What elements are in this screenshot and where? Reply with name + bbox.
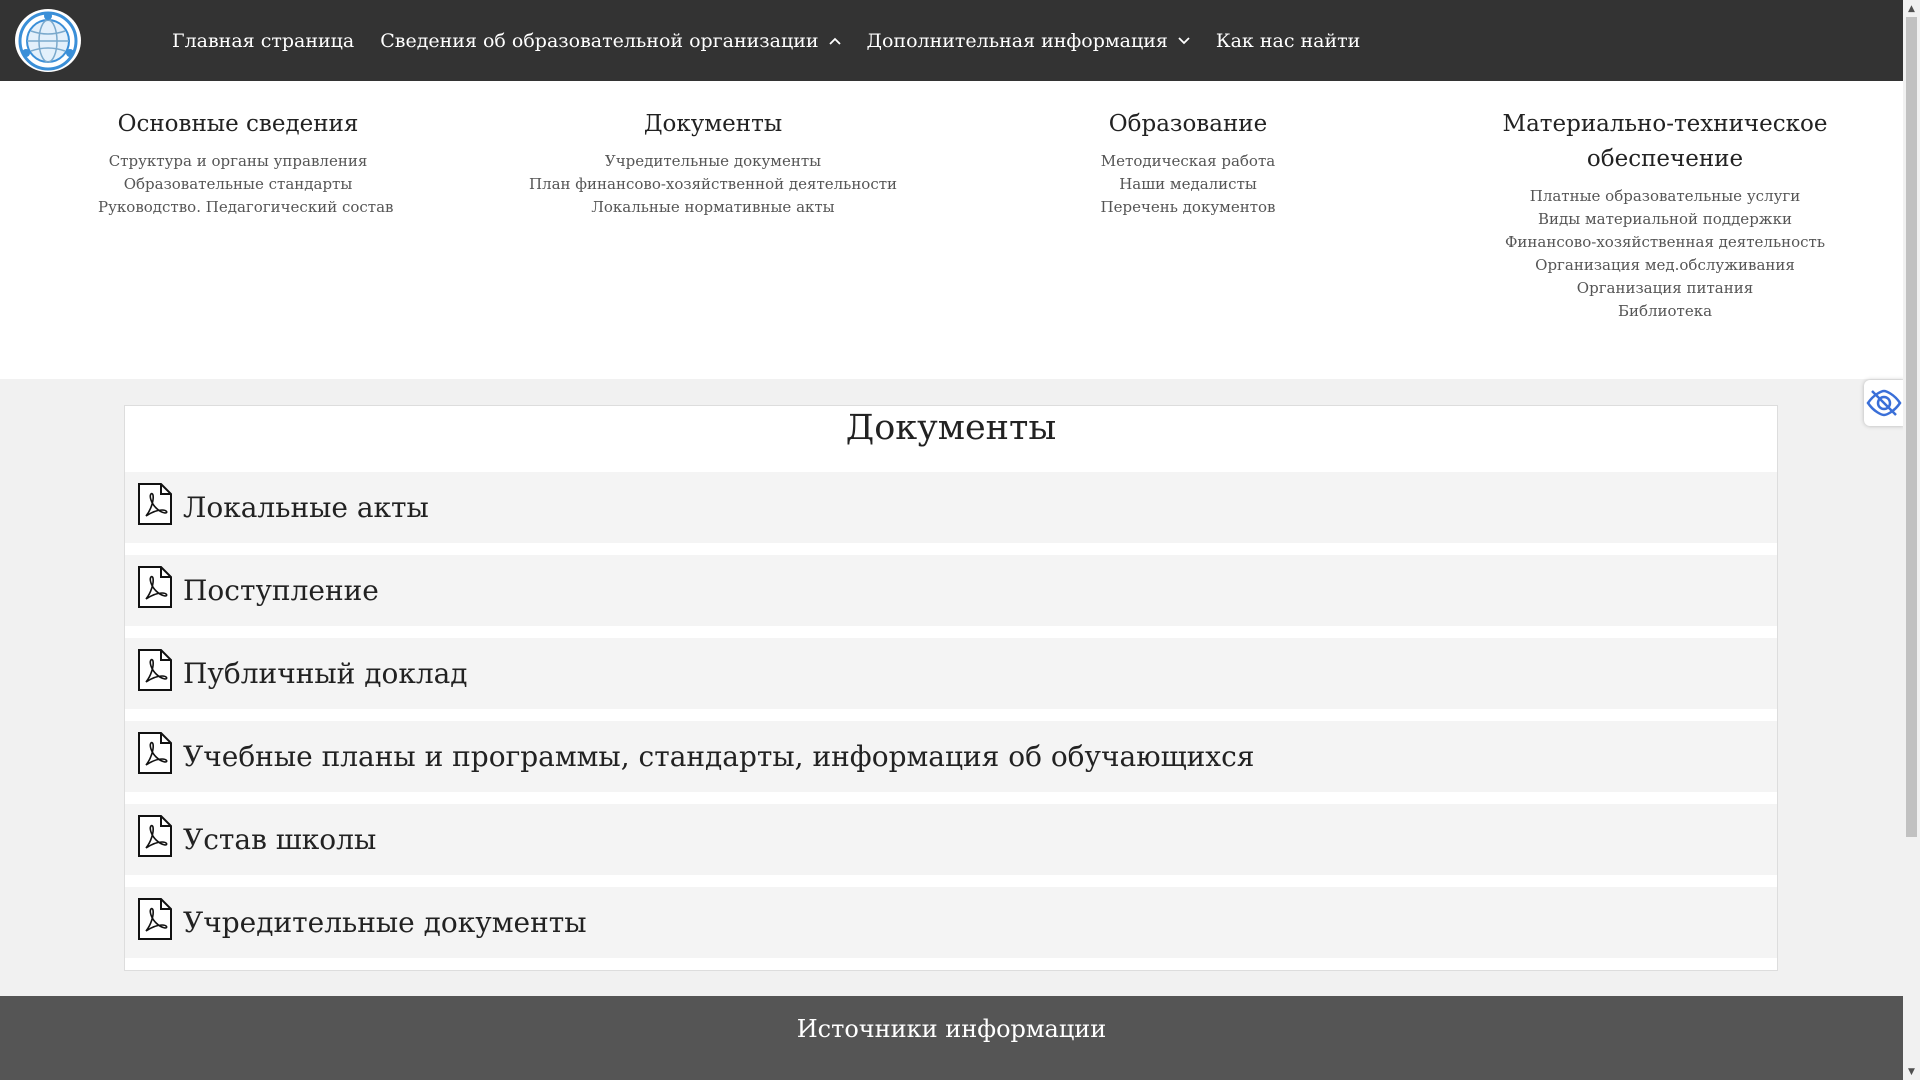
document-item-label: Публичный доклад <box>183 657 468 690</box>
pdf-file-icon <box>137 897 173 940</box>
megamenu-link[interactable]: Учредительные документы <box>523 150 903 173</box>
megamenu-link[interactable]: Виды материальной поддержки <box>1500 208 1830 231</box>
megamenu-title-line1: Материально-техническое <box>1502 111 1828 137</box>
megamenu-column-material: Материально-техническое обеспечение Плат… <box>1500 107 1830 323</box>
pdf-file-icon <box>137 814 173 857</box>
megamenu-column-title: Материально-техническое обеспечение <box>1500 107 1830 177</box>
megamenu-column-title: Основные сведения <box>117 111 359 137</box>
megamenu-column-documents: Документы Учредительные документы План ф… <box>523 107 903 219</box>
document-item-curricula[interactable]: Учебные планы и программы, стандарты, ин… <box>125 721 1777 792</box>
document-item-admission[interactable]: Поступление <box>125 555 1777 626</box>
nav-how-to-find-label: Как нас найти <box>1215 29 1361 52</box>
document-item-label: Учебные планы и программы, стандарты, ин… <box>183 740 1255 773</box>
scroll-down-arrow-icon[interactable]: ▼ <box>1903 1063 1920 1080</box>
document-item-public-report[interactable]: Публичный доклад <box>125 638 1777 709</box>
documents-panel: Документы Локальные акты Поступление Пуб… <box>124 405 1778 971</box>
pdf-file-icon <box>137 565 173 608</box>
document-item-label: Локальные акты <box>183 491 429 524</box>
page-title: Документы <box>845 408 1057 448</box>
org-info-megamenu: Основные сведения Структура и органы упр… <box>0 81 1903 379</box>
nav-how-to-find[interactable]: Как нас найти <box>1216 30 1360 52</box>
chevron-up-icon <box>828 37 841 45</box>
megamenu-link[interactable]: Наши медалисты <box>1088 173 1288 196</box>
pdf-file-icon <box>137 648 173 691</box>
nav-additional-info[interactable]: Дополнительная информация <box>867 30 1190 52</box>
megamenu-link[interactable]: Библиотека <box>1500 300 1830 323</box>
megamenu-column-education: Образование Методическая работа Наши мед… <box>1088 107 1288 219</box>
megamenu-link[interactable]: Организация мед.обслуживания <box>1500 254 1830 277</box>
megamenu-link[interactable]: Структура и органы управления <box>98 150 378 173</box>
globe-logo-icon[interactable] <box>15 9 81 72</box>
megamenu-link[interactable]: Организация питания <box>1500 277 1830 300</box>
nav-org-info-label: Сведения об образовательной организации <box>380 29 819 52</box>
megamenu-column-basic: Основные сведения Структура и органы упр… <box>98 107 393 219</box>
nav-additional-info-label: Дополнительная информация <box>866 29 1168 52</box>
megamenu-link[interactable]: Образовательные стандарты <box>98 173 378 196</box>
megamenu-link[interactable]: Финансово-хозяйственная деятельность <box>1500 231 1830 254</box>
pdf-file-icon <box>137 731 173 774</box>
main-nav: Главная страница Сведения об образовател… <box>172 0 1360 81</box>
document-item-charter[interactable]: Устав школы <box>125 804 1777 875</box>
megamenu-link[interactable]: План финансово-хозяйственной деятельност… <box>523 173 903 196</box>
chevron-down-icon <box>1178 36 1190 45</box>
megamenu-title-line2: обеспечение <box>1586 146 1744 172</box>
footer-title: Источники информации <box>796 1015 1107 1043</box>
megamenu-link[interactable]: Руководство. Педагогический состав <box>98 196 393 219</box>
top-navbar: Главная страница Сведения об образовател… <box>0 0 1903 81</box>
document-item-label: Поступление <box>183 574 379 607</box>
nav-home-label: Главная страница <box>172 29 355 52</box>
megamenu-link[interactable]: Локальные нормативные акты <box>523 196 903 219</box>
megamenu-link[interactable]: Перечень документов <box>1088 196 1288 219</box>
megamenu-column-title: Образование <box>1108 111 1268 137</box>
scrollbar-thumb[interactable] <box>1906 17 1917 837</box>
footer: Источники информации <box>0 996 1903 1080</box>
page-scrollbar[interactable]: ▲ ▼ <box>1903 0 1920 1080</box>
document-item-founding-docs[interactable]: Учредительные документы <box>125 887 1777 958</box>
megamenu-link[interactable]: Платные образовательные услуги <box>1500 185 1830 208</box>
eye-accessibility-icon[interactable] <box>1864 380 1904 426</box>
scroll-up-arrow-icon[interactable]: ▲ <box>1903 0 1920 17</box>
document-item-local-acts[interactable]: Локальные акты <box>125 472 1777 543</box>
pdf-file-icon <box>137 482 173 525</box>
document-item-label: Устав школы <box>183 823 377 856</box>
megamenu-column-title: Документы <box>643 111 783 137</box>
nav-home[interactable]: Главная страница <box>172 30 354 52</box>
megamenu-link[interactable]: Методическая работа <box>1088 150 1288 173</box>
nav-org-info[interactable]: Сведения об образовательной организации <box>380 29 841 52</box>
document-item-label: Учредительные документы <box>183 906 587 939</box>
